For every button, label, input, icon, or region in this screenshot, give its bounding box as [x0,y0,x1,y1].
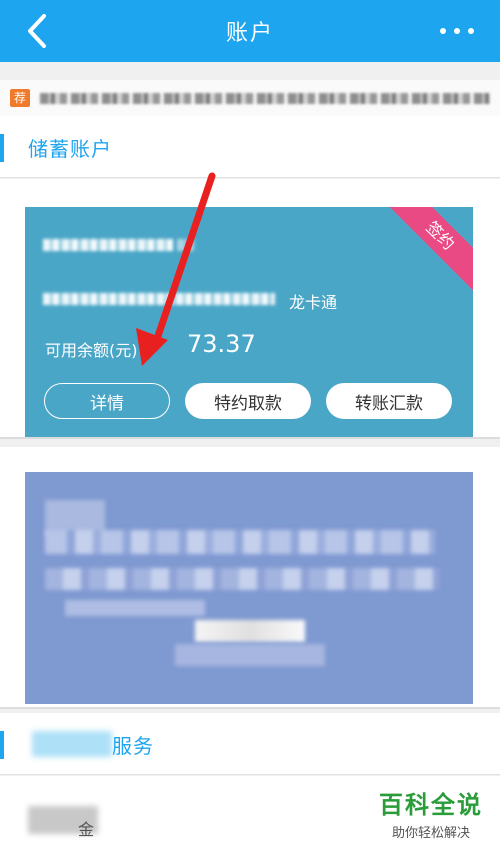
savings-section-title: 储蓄账户 [28,137,112,161]
savings-section-header: 储蓄账户 [0,116,500,178]
redacted-card[interactable] [25,472,473,704]
card-type-label: 龙卡通 [289,293,338,312]
signed-ribbon: 签约 [383,207,473,293]
second-card-area [0,447,500,707]
redacted-block [45,530,435,554]
service-row-label: 金 [78,820,95,839]
page-title: 账户 [225,21,274,46]
account-name-redacted-2 [177,239,195,251]
more-horizontal-icon[interactable] [440,21,474,41]
section-accent-bar [0,731,4,759]
section-accent-bar [0,134,4,162]
balance-label: 可用余额(元) [45,341,138,360]
top-bar: 账户 [0,0,500,62]
services-section-header: 服务 [0,713,500,775]
special-withdraw-button[interactable]: 特约取款 [185,383,311,419]
account-name-redacted [43,239,173,251]
transfer-button[interactable]: 转账汇款 [326,383,452,419]
divider [0,707,500,709]
redacted-block [175,644,325,666]
recommend-tag: 荐 [10,89,30,107]
account-number-redacted [43,293,275,305]
account-card[interactable]: 签约 龙卡通 可用余额(元) 73.37 详情 特约取款 转账汇款 [25,207,473,439]
services-title-redacted [32,731,112,757]
chevron-left-icon[interactable] [22,12,54,50]
watermark-logo: 百科全说 [379,791,483,819]
redacted-block [45,568,440,590]
watermark: 百科全说 助你轻松解决 [372,785,490,843]
divider [0,437,500,439]
redacted-button [195,620,305,642]
notice-text-redacted [40,93,490,104]
details-button[interactable]: 详情 [44,383,170,419]
balance-value: 73.37 [187,330,256,358]
redacted-block [65,600,205,616]
notice-banner[interactable]: 荐 [0,80,500,116]
watermark-subtitle: 助你轻松解决 [391,826,470,841]
services-section-title: 服务 [112,734,154,758]
savings-card-area: 签约 龙卡通 可用余额(元) 73.37 详情 特约取款 转账汇款 [0,179,500,439]
